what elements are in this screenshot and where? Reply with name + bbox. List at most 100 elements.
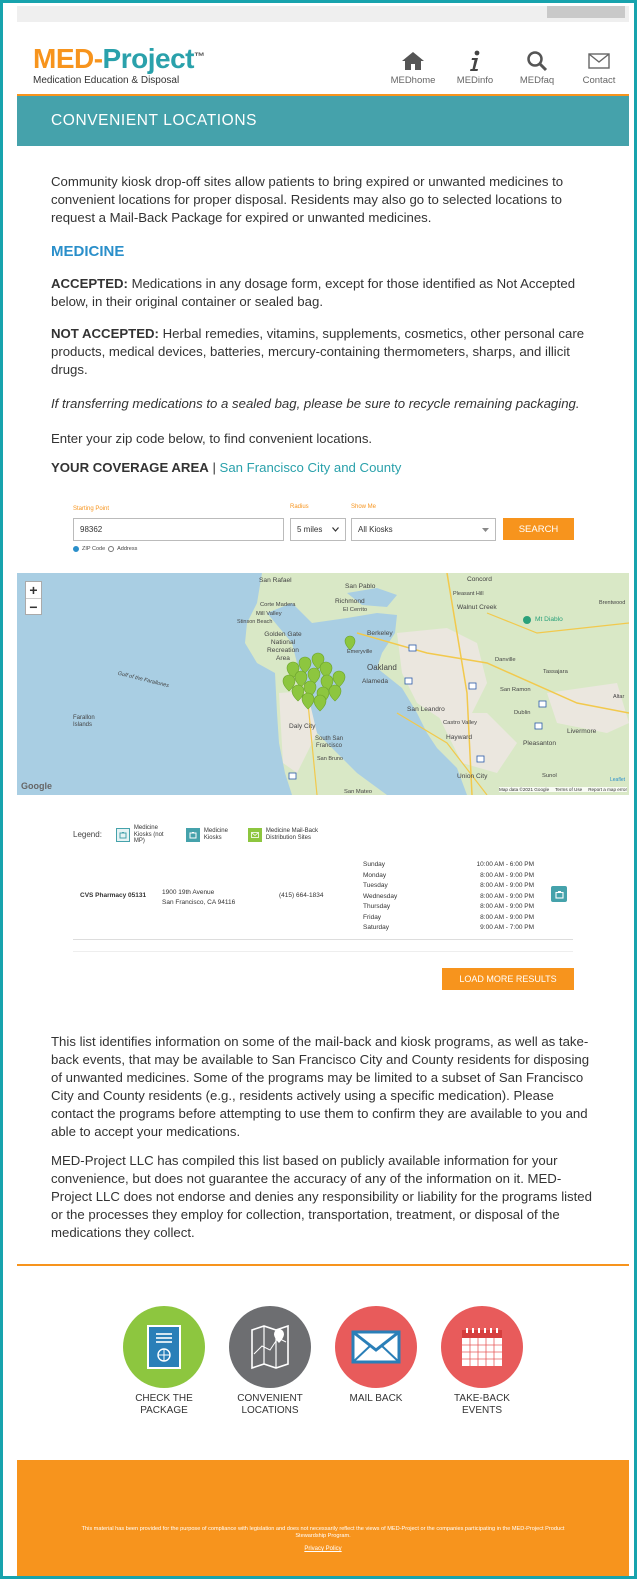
map-label: Berkeley [367, 630, 393, 637]
radius-select[interactable]: 5 miles [290, 518, 346, 541]
map-label: San Leandro [407, 706, 445, 713]
show-me-select[interactable]: All Kiosks [351, 518, 496, 541]
map-label: Pleasant Hill [453, 591, 484, 597]
zoom-out-button[interactable]: − [26, 598, 41, 615]
location-address: 1900 19th Avenue San Francisco, CA 94116 [162, 889, 236, 906]
liability-disclaimer: MED-Project LLC has compiled this list b… [51, 1153, 592, 1240]
terms-of-use-link[interactable]: Terms of Use [555, 787, 582, 792]
legend-item: Medicine Kiosks (not MP) [115, 825, 174, 845]
radius-label: Radius [290, 504, 309, 510]
map-legend: Legend: Medicine Kiosks (not MP) Medicin… [73, 825, 334, 845]
map-label: Mill Valley [256, 611, 282, 617]
map-label: Farallon Islands [73, 715, 95, 728]
legend-item: Medicine Kiosks [185, 827, 236, 842]
map-label: San Mateo [344, 789, 373, 795]
footer-disclaimer: This material has been provided for the … [81, 1526, 565, 1539]
starting-point-input[interactable]: 98362 [73, 518, 284, 541]
map-label: San Bruno [317, 756, 343, 762]
info-icon [449, 49, 501, 73]
map-zoom-controls: + − [25, 581, 42, 615]
not-accepted-text: NOT ACCEPTED: Herbal remedies, vitamins,… [51, 326, 585, 377]
map-label: Daly City [289, 723, 316, 730]
map-attribution: Map data ©2021 Google Terms of Use Repor… [499, 787, 627, 792]
tile-mail-back[interactable]: MAIL BACK [335, 1306, 417, 1417]
map-label: Danville [495, 657, 516, 663]
logo-tagline: Medication Education & Disposal [33, 75, 180, 86]
map-label: San Ramon [500, 687, 531, 693]
zip-code-radio[interactable] [73, 546, 79, 552]
map-label: Brentwood [599, 600, 626, 606]
tile-take-back-events[interactable]: TAKE-BACK EVENTS [441, 1306, 523, 1417]
map-label: Alameda [362, 678, 389, 685]
row-divider [73, 939, 573, 940]
tile-convenient-locations[interactable]: CONVENIENT LOCATIONS [229, 1306, 311, 1417]
tile-check-package[interactable]: CHECK THE PACKAGE [123, 1306, 205, 1417]
map-icon [229, 1306, 311, 1388]
language-selector[interactable] [547, 6, 625, 18]
map-label: Tassajara [543, 669, 568, 675]
map-label: South San Francisco [314, 736, 344, 749]
hours-days: Sunday Monday Tuesday Wednesday Thursday Frid… [363, 861, 398, 931]
chevron-down-icon [332, 527, 339, 532]
section-divider [17, 1264, 629, 1266]
coverage-area-link[interactable]: San Francisco City and County [220, 460, 402, 475]
legend-label: Legend: [73, 830, 102, 840]
kiosk-not-mp-icon [115, 827, 130, 842]
map-label: Dublin [514, 710, 531, 716]
zip-prompt: Enter your zip code below, to find conve… [51, 431, 373, 446]
nav-medfaq[interactable]: MEDfaq [511, 49, 563, 86]
row-divider [73, 951, 573, 952]
packaging-note: If transferring medications to a sealed … [51, 396, 580, 411]
top-utility-bar [17, 6, 629, 22]
map-label: Oakland [367, 663, 397, 672]
page-frame: MED-Project™ Medication Education & Disp… [0, 0, 637, 1579]
nav-medinfo[interactable]: MEDinfo [449, 49, 501, 86]
home-icon [387, 49, 439, 73]
map-label: El Cerrito [343, 607, 368, 613]
nav-contact[interactable]: Contact [573, 49, 625, 86]
map-label: Walnut Creek [457, 604, 497, 611]
search-icon [511, 49, 563, 73]
envelope-icon [573, 49, 625, 73]
starting-point-label: Starting Point [73, 506, 110, 512]
accepted-text: ACCEPTED: Medications in any dosage form… [51, 276, 576, 309]
envelope-icon [335, 1306, 417, 1388]
search-button[interactable]: SEARCH [503, 518, 574, 540]
map-label: Altar [613, 694, 625, 700]
kiosk-icon [185, 827, 200, 842]
page-title: CONVENIENT LOCATIONS [51, 112, 258, 129]
address-radio[interactable] [108, 546, 115, 552]
package-icon [123, 1306, 205, 1388]
medicine-heading: MEDICINE [51, 243, 125, 260]
map-label: Richmond [335, 598, 365, 605]
locations-map[interactable]: + − San Rafael San Pablo Concord Pleasan… [17, 573, 629, 795]
programs-disclaimer: This list identifies information on some… [51, 1034, 590, 1139]
site-logo[interactable]: MED-Project™ Medication Education & Disp… [33, 45, 205, 87]
map-label: Mt Diablo [535, 616, 563, 623]
location-name: CVS Pharmacy 05131 [80, 892, 147, 899]
report-map-error-link[interactable]: Report a map error [588, 787, 627, 792]
leaflet-link[interactable]: Leaflet [610, 777, 625, 783]
zoom-in-button[interactable]: + [26, 582, 41, 598]
map-label: Emeryville [347, 649, 373, 655]
map-label: Livermore [567, 728, 597, 735]
map-label: Corte Madera [260, 602, 296, 608]
privacy-policy-link[interactable]: Privacy Policy [17, 1546, 629, 1552]
page-banner: CONVENIENT LOCATIONS [17, 96, 629, 146]
search-mode-options: ZIP Code Address [73, 546, 137, 552]
main-nav: MEDhome MEDinfo MEDfaq Contact [387, 49, 625, 86]
table-row: CVS Pharmacy 05131 1900 19th Avenue San … [73, 858, 573, 938]
load-more-button[interactable]: LOAD MORE RESULTS [442, 968, 574, 990]
map-label: San Rafael [259, 577, 292, 584]
coverage-area: YOUR COVERAGE AREA | San Francisco City … [51, 460, 402, 475]
map-label: Stinson Beach [237, 619, 273, 625]
nav-medhome[interactable]: MEDhome [387, 49, 439, 86]
map-label: Castro Valley [443, 720, 478, 726]
hours-times: 10:00 AM - 6:00 PM 8:00 AM - 9:00 PM 8:00 … [476, 861, 534, 931]
google-logo: Google [21, 781, 52, 791]
calendar-icon [441, 1306, 523, 1388]
kiosk-icon[interactable] [551, 886, 567, 902]
map-label: Concord [467, 576, 492, 583]
location-phone[interactable]: (415) 664-1834 [279, 892, 323, 899]
site-footer: This material has been provided for the … [17, 1460, 629, 1576]
